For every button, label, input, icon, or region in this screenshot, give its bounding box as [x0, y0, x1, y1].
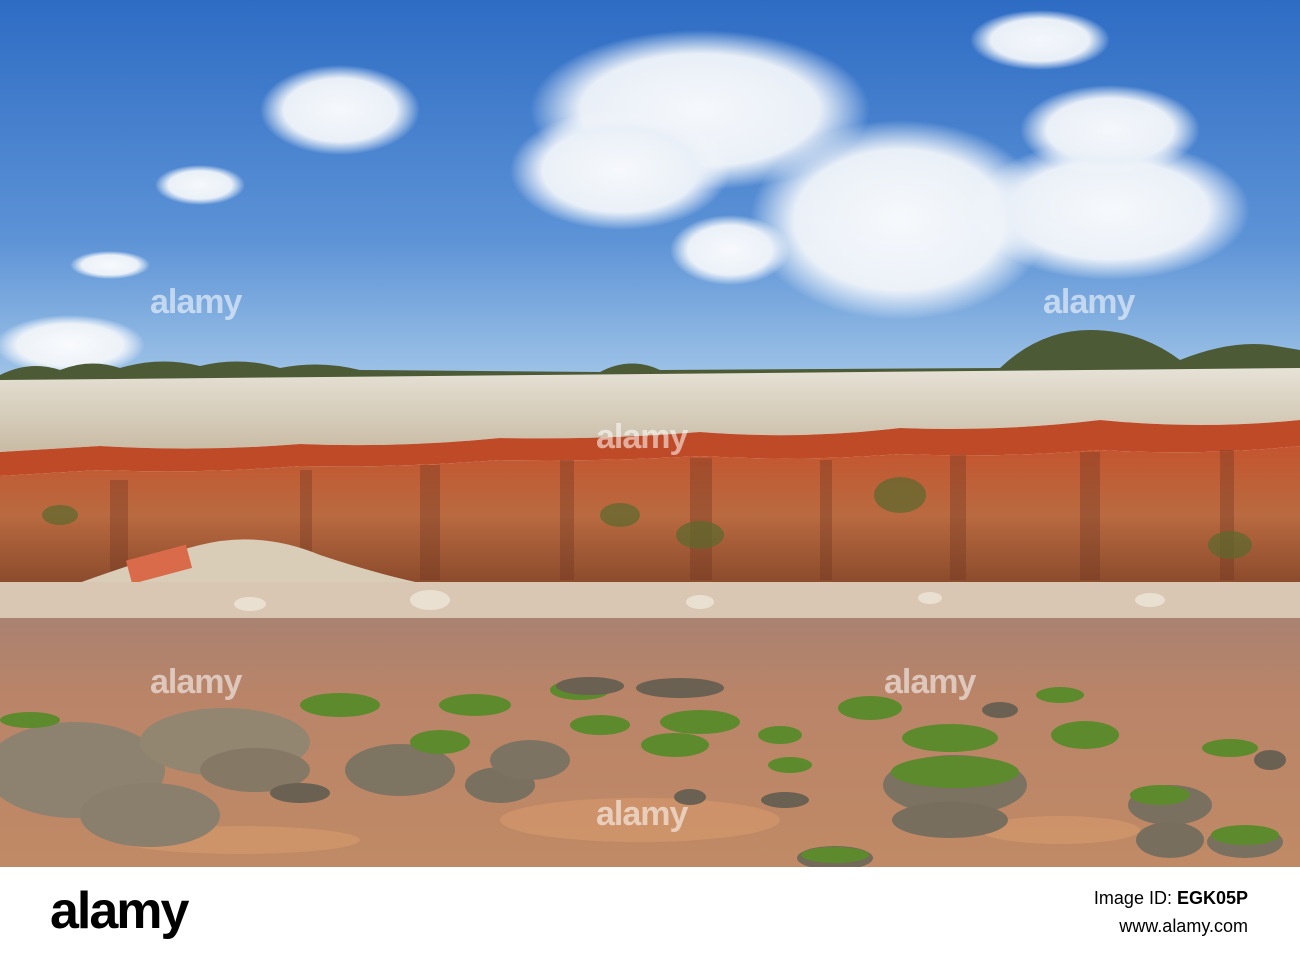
site-url: www.alamy.com — [1119, 916, 1248, 936]
watermark: alamy — [150, 283, 242, 321]
watermark: alamy — [596, 795, 688, 833]
image-id-value: EGK05P — [1176, 888, 1248, 908]
watermark: alamy — [1043, 283, 1135, 321]
watermark: alamy — [596, 418, 688, 456]
watermark: alamy — [884, 663, 976, 701]
watermark: alamy — [150, 663, 242, 701]
photo: alamy alamy alamy alamy alamy alamy — [0, 0, 1300, 867]
image-id: Image ID: EGK05P — [1094, 888, 1248, 909]
alamy-logo: alamy — [50, 882, 189, 940]
image-id-label: Image ID: — [1093, 888, 1177, 908]
footer-bar — [0, 867, 1300, 956]
shingle — [0, 582, 1300, 620]
